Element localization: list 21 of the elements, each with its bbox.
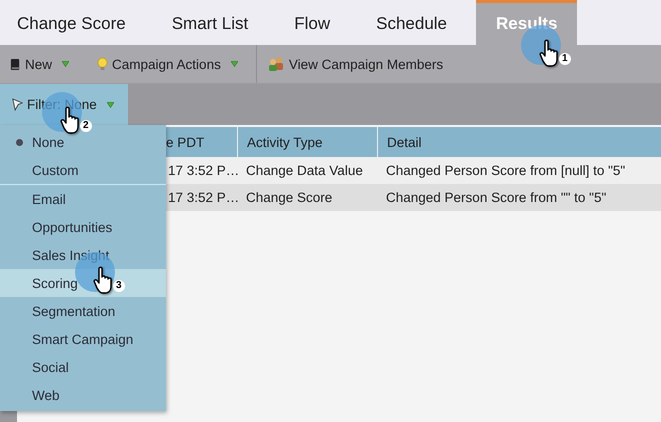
tab[interactable]: Schedule <box>359 0 464 45</box>
column-header[interactable]: e PDT <box>166 127 237 157</box>
table-cell-text: 17 3:52 P… <box>167 189 237 207</box>
tab[interactable]: Change Score <box>0 0 143 45</box>
menu-item[interactable]: Smart Campaign <box>0 325 166 353</box>
toolbar-button[interactable]: Campaign Actions <box>87 56 248 72</box>
table-cell-text: 17 3:52 P… <box>167 162 237 180</box>
table-cell-text: Change Score <box>245 189 334 207</box>
menu-item[interactable]: Email <box>0 185 166 213</box>
menu-item[interactable]: Opportunities <box>0 213 166 241</box>
menu-item[interactable]: Custom <box>0 156 166 184</box>
toolbar-button[interactable]: View Campaign Members <box>256 56 454 72</box>
menu-item[interactable]: Social <box>0 353 166 381</box>
tab[interactable]: Smart List <box>154 0 266 45</box>
table-cell-text: Changed Person Score from "" to "5" <box>385 189 608 207</box>
tab[interactable]: Flow <box>277 0 348 45</box>
toolbar-button[interactable]: New <box>0 56 80 72</box>
table-cell-text: Changed Person Score from [null] to "5" <box>385 162 626 180</box>
table-cell-text: Change Data Value <box>245 162 364 180</box>
menu-item[interactable]: Segmentation <box>0 297 166 325</box>
menu-item[interactable]: Web <box>0 381 166 409</box>
